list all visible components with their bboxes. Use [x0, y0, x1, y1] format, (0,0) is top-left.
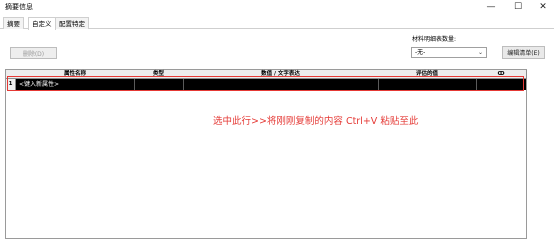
tab-summary[interactable]: 摘要 — [3, 17, 24, 29]
instruction-annotation: 选中此行>>将刚刚复制的内容 Ctrl+V 粘贴至此 — [213, 116, 419, 127]
delete-button[interactable]: 删除(D) — [10, 47, 57, 59]
chevron-down-icon: ⌄ — [477, 49, 483, 56]
minimize-button[interactable]: — — [480, 0, 502, 13]
title-bar — [0, 0, 554, 14]
bom-quantity-value: -无- — [415, 49, 426, 56]
window-title: 摘要信息 — [5, 3, 33, 11]
bom-quantity-select[interactable]: -无- ⌄ — [411, 47, 487, 58]
maximize-button[interactable]: ☐ — [507, 0, 529, 13]
highlight-box — [7, 76, 524, 91]
tab-config-specific[interactable]: 配置特定 — [55, 17, 89, 29]
tab-custom[interactable]: 自定义 — [28, 17, 56, 30]
close-button[interactable]: ✕ — [532, 0, 554, 13]
bom-quantity-label: 材料明细表数量: — [412, 36, 457, 43]
edit-list-button[interactable]: 编辑清单(E) — [502, 46, 545, 59]
property-grid: 属性名称 类型 数值 / 文字表达 评估的值 ↀ 1 <键入新属性> — [5, 69, 527, 239]
